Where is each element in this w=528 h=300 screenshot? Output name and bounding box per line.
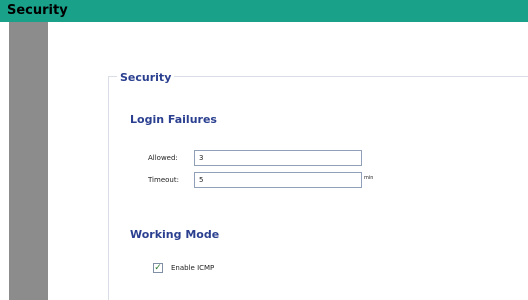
check-icon: ✓ — [154, 263, 162, 273]
enable-icmp-label: Enable ICMP — [171, 264, 215, 272]
allowed-input[interactable] — [194, 150, 362, 166]
left-strip — [0, 22, 9, 300]
sidebar — [9, 22, 48, 300]
timeout-input[interactable] — [194, 172, 362, 188]
window-title: Security — [0, 0, 528, 22]
allowed-label: Allowed: — [148, 154, 178, 162]
timeout-unit: min — [364, 175, 374, 181]
enable-icmp-checkbox[interactable]: ✓ — [153, 263, 163, 273]
login-failures-heading: Login Failures — [130, 113, 217, 126]
timeout-label: Timeout: — [148, 176, 179, 184]
panel-title: Security — [117, 71, 175, 84]
working-mode-heading: Working Mode — [130, 228, 220, 241]
